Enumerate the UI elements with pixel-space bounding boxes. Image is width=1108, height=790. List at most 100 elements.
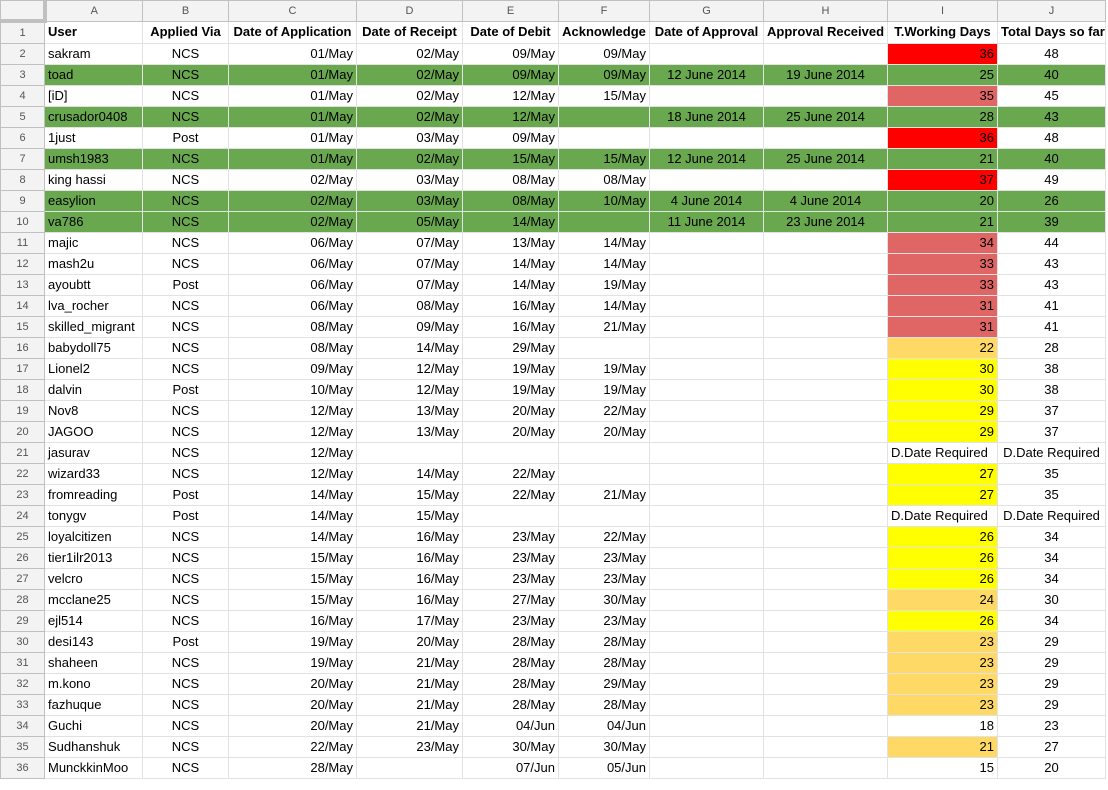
column-header-i[interactable]: I xyxy=(887,0,998,22)
date-of-application-cell[interactable]: 01/May xyxy=(228,85,357,107)
approval-received-cell[interactable] xyxy=(763,463,888,485)
acknowledge-cell[interactable]: 08/May xyxy=(558,169,650,191)
total-days-cell[interactable]: 40 xyxy=(997,64,1106,86)
row-number[interactable]: 21 xyxy=(0,442,45,464)
date-of-receipt-cell[interactable]: 05/May xyxy=(356,211,463,233)
acknowledge-cell[interactable] xyxy=(558,463,650,485)
row-number[interactable]: 36 xyxy=(0,757,45,779)
column-header-a[interactable]: A xyxy=(44,0,143,22)
row-number[interactable]: 23 xyxy=(0,484,45,506)
user-cell[interactable]: umsh1983 xyxy=(44,148,143,170)
working-days-cell[interactable]: 36 xyxy=(887,127,998,149)
date-of-application-cell[interactable]: 06/May xyxy=(228,232,357,254)
date-of-debit-cell[interactable]: 14/May xyxy=(462,274,559,296)
total-days-cell[interactable]: 43 xyxy=(997,106,1106,128)
user-cell[interactable]: Nov8 xyxy=(44,400,143,422)
date-of-debit-cell[interactable]: 28/May xyxy=(462,673,559,695)
date-of-debit-cell[interactable]: 07/Jun xyxy=(462,757,559,779)
date-of-debit-cell[interactable]: 08/May xyxy=(462,190,559,212)
working-days-cell[interactable]: 30 xyxy=(887,379,998,401)
user-cell[interactable]: desi143 xyxy=(44,631,143,653)
approval-received-cell[interactable] xyxy=(763,568,888,590)
approval-received-cell[interactable]: 25 June 2014 xyxy=(763,148,888,170)
user-cell[interactable]: fromreading xyxy=(44,484,143,506)
approval-received-cell[interactable] xyxy=(763,442,888,464)
date-of-receipt-cell[interactable]: 16/May xyxy=(356,589,463,611)
total-days-cell[interactable]: D.Date Required xyxy=(997,442,1106,464)
applied-via-cell[interactable]: NCS xyxy=(142,169,229,191)
acknowledge-cell[interactable] xyxy=(558,211,650,233)
working-days-cell[interactable]: 29 xyxy=(887,400,998,422)
date-of-approval-cell[interactable] xyxy=(649,85,764,107)
approval-received-cell[interactable]: 25 June 2014 xyxy=(763,106,888,128)
applied-via-cell[interactable]: NCS xyxy=(142,400,229,422)
date-of-receipt-cell[interactable]: 16/May xyxy=(356,547,463,569)
approval-received-cell[interactable] xyxy=(763,631,888,653)
total-days-cell[interactable]: 29 xyxy=(997,673,1106,695)
column-header-f[interactable]: F xyxy=(558,0,650,22)
row-number[interactable]: 7 xyxy=(0,148,45,170)
approval-received-cell[interactable] xyxy=(763,757,888,779)
date-of-approval-cell[interactable]: 12 June 2014 xyxy=(649,148,764,170)
date-of-application-cell[interactable]: 20/May xyxy=(228,694,357,716)
row-number[interactable]: 4 xyxy=(0,85,45,107)
applied-via-cell[interactable]: NCS xyxy=(142,589,229,611)
applied-via-cell[interactable]: NCS xyxy=(142,43,229,65)
date-of-debit-cell[interactable]: 12/May xyxy=(462,106,559,128)
user-cell[interactable]: skilled_migrant xyxy=(44,316,143,338)
row-number[interactable]: 15 xyxy=(0,316,45,338)
date-of-approval-cell[interactable]: 18 June 2014 xyxy=(649,106,764,128)
date-of-debit-cell[interactable]: 19/May xyxy=(462,379,559,401)
total-days-cell[interactable]: 48 xyxy=(997,127,1106,149)
date-of-approval-cell[interactable] xyxy=(649,463,764,485)
acknowledge-cell[interactable]: 29/May xyxy=(558,673,650,695)
date-of-receipt-cell[interactable]: 16/May xyxy=(356,526,463,548)
row-number[interactable]: 19 xyxy=(0,400,45,422)
working-days-cell[interactable]: 23 xyxy=(887,694,998,716)
column-header-d[interactable]: D xyxy=(356,0,463,22)
user-cell[interactable]: babydoll75 xyxy=(44,337,143,359)
date-of-application-cell[interactable]: 19/May xyxy=(228,631,357,653)
date-of-application-cell[interactable]: 06/May xyxy=(228,274,357,296)
header-cell-total-days[interactable]: Total Days so far xyxy=(997,20,1106,44)
working-days-cell[interactable]: 22 xyxy=(887,337,998,359)
total-days-cell[interactable]: 34 xyxy=(997,568,1106,590)
acknowledge-cell[interactable] xyxy=(558,505,650,527)
total-days-cell[interactable]: 38 xyxy=(997,358,1106,380)
applied-via-cell[interactable]: NCS xyxy=(142,190,229,212)
date-of-receipt-cell[interactable]: 21/May xyxy=(356,673,463,695)
date-of-approval-cell[interactable] xyxy=(649,127,764,149)
date-of-approval-cell[interactable] xyxy=(649,715,764,737)
row-number[interactable]: 1 xyxy=(0,20,45,44)
header-cell-date-of-debit[interactable]: Date of Debit xyxy=(462,20,559,44)
header-cell-user[interactable]: User xyxy=(44,20,143,44)
total-days-cell[interactable]: 27 xyxy=(997,736,1106,758)
date-of-application-cell[interactable]: 01/May xyxy=(228,64,357,86)
approval-received-cell[interactable]: 19 June 2014 xyxy=(763,64,888,86)
total-days-cell[interactable]: 29 xyxy=(997,652,1106,674)
date-of-debit-cell[interactable] xyxy=(462,442,559,464)
applied-via-cell[interactable]: NCS xyxy=(142,232,229,254)
user-cell[interactable]: JAGOO xyxy=(44,421,143,443)
date-of-application-cell[interactable]: 12/May xyxy=(228,463,357,485)
date-of-receipt-cell[interactable] xyxy=(356,442,463,464)
column-header-h[interactable]: H xyxy=(763,0,888,22)
total-days-cell[interactable]: 48 xyxy=(997,43,1106,65)
total-days-cell[interactable]: D.Date Required xyxy=(997,505,1106,527)
acknowledge-cell[interactable]: 28/May xyxy=(558,652,650,674)
total-days-cell[interactable]: 37 xyxy=(997,421,1106,443)
date-of-receipt-cell[interactable]: 07/May xyxy=(356,232,463,254)
approval-received-cell[interactable] xyxy=(763,421,888,443)
acknowledge-cell[interactable]: 19/May xyxy=(558,274,650,296)
date-of-receipt-cell[interactable]: 07/May xyxy=(356,253,463,275)
user-cell[interactable]: va786 xyxy=(44,211,143,233)
date-of-approval-cell[interactable]: 11 June 2014 xyxy=(649,211,764,233)
approval-received-cell[interactable] xyxy=(763,127,888,149)
date-of-debit-cell[interactable]: 09/May xyxy=(462,64,559,86)
date-of-debit-cell[interactable]: 27/May xyxy=(462,589,559,611)
total-days-cell[interactable]: 44 xyxy=(997,232,1106,254)
approval-received-cell[interactable] xyxy=(763,253,888,275)
acknowledge-cell[interactable] xyxy=(558,127,650,149)
date-of-debit-cell[interactable]: 13/May xyxy=(462,232,559,254)
applied-via-cell[interactable]: NCS xyxy=(142,463,229,485)
